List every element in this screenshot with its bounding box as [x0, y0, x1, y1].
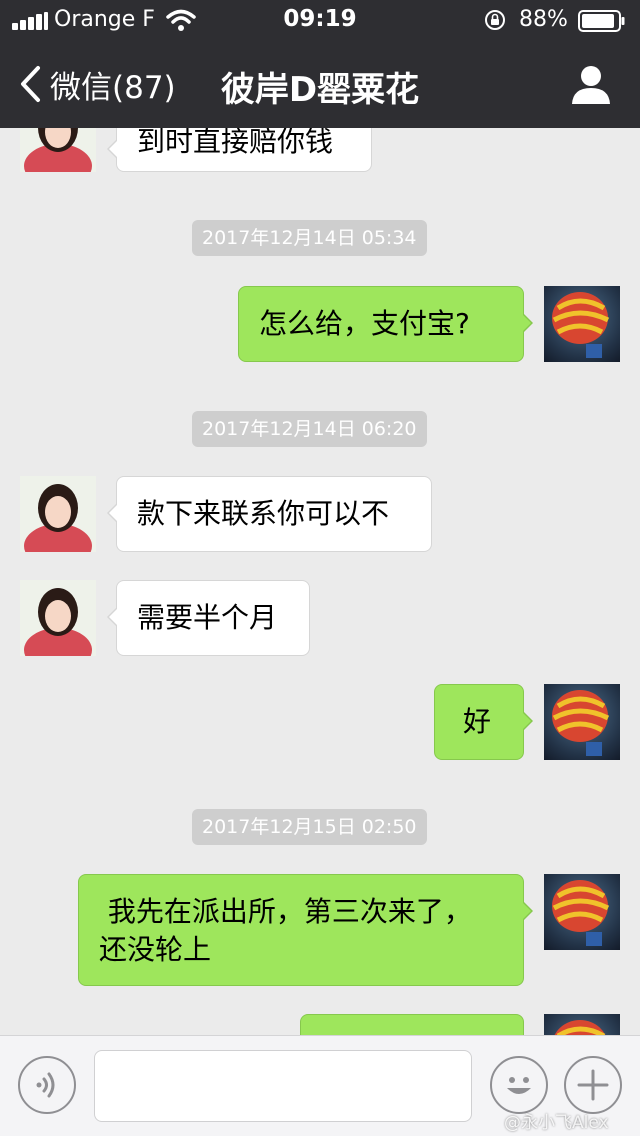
nav-bar: 微信(87) 彼岸D罂粟花 [0, 40, 640, 128]
message-input[interactable] [94, 1050, 472, 1122]
incoming-message[interactable]: 需要半个月 [107, 580, 310, 656]
message-text: 款下来联系你可以不 [137, 497, 390, 530]
incoming-message[interactable]: 到时直接赔你钱 [107, 128, 372, 172]
outgoing-message[interactable]: 怎么给，支付宝? [238, 286, 533, 362]
emoji-button[interactable] [490, 1056, 548, 1114]
timestamp: 2017年12月14日 06:20 [192, 411, 427, 447]
chevron-left-icon [21, 66, 40, 102]
woman-portrait-icon [20, 476, 96, 552]
contact-profile-icon[interactable] [570, 64, 612, 104]
status-bar: Orange F 09:19 88% [0, 0, 640, 40]
message-text-line: 还没轮上 [99, 933, 212, 966]
top-bar: Orange F 09:19 88% 微信(87) 彼岸D罂粟花 [0, 0, 640, 128]
plus-icon [577, 1069, 609, 1101]
watermark: @永小飞Alex [504, 1113, 609, 1133]
timestamp: 2017年12月15日 02:50 [192, 809, 427, 845]
message-text-line: 我先在派出所，第三次来了， [99, 895, 472, 928]
message-text: 需要半个月 [137, 601, 278, 634]
rotation-lock-icon [485, 10, 505, 30]
message-text: 到时直接赔你钱 [137, 128, 334, 158]
contact-avatar[interactable] [20, 476, 96, 552]
message-text: 好 [463, 705, 492, 738]
back-label: 微信(87) [50, 69, 176, 106]
chat-area[interactable]: 到时直接赔你钱 2017年12月14日 05:34 怎么给，支付宝? 2017年… [0, 128, 640, 1035]
more-button[interactable] [564, 1056, 622, 1114]
battery-icon [578, 10, 625, 32]
user-avatar[interactable] [544, 1014, 620, 1035]
message-text: 怎么给，支付宝? [259, 307, 470, 340]
contact-avatar[interactable] [20, 128, 96, 172]
back-button[interactable]: 微信(87) [18, 64, 176, 106]
outgoing-message[interactable] [300, 1014, 524, 1035]
user-avatar[interactable] [544, 874, 620, 950]
hot-air-balloon-icon [552, 292, 610, 358]
user-avatar[interactable] [544, 286, 620, 362]
hot-air-balloon-icon [552, 880, 610, 946]
woman-portrait-icon [20, 580, 96, 656]
incoming-message[interactable]: 款下来联系你可以不 [107, 476, 432, 552]
hot-air-balloon-icon [552, 690, 610, 756]
battery-percent: 88% [519, 7, 568, 32]
outgoing-message[interactable]: 我先在派出所，第三次来了， 还没轮上 [78, 874, 533, 986]
outgoing-message[interactable]: 好 [434, 684, 533, 760]
timestamp: 2017年12月14日 05:34 [192, 220, 427, 256]
contact-avatar[interactable] [20, 580, 96, 656]
voice-button[interactable] [18, 1056, 76, 1114]
woman-portrait-icon [20, 128, 96, 172]
emoji-icon [507, 1077, 531, 1094]
hot-air-balloon-icon [554, 1020, 606, 1035]
voice-icon [36, 1072, 55, 1098]
user-avatar[interactable] [544, 684, 620, 760]
